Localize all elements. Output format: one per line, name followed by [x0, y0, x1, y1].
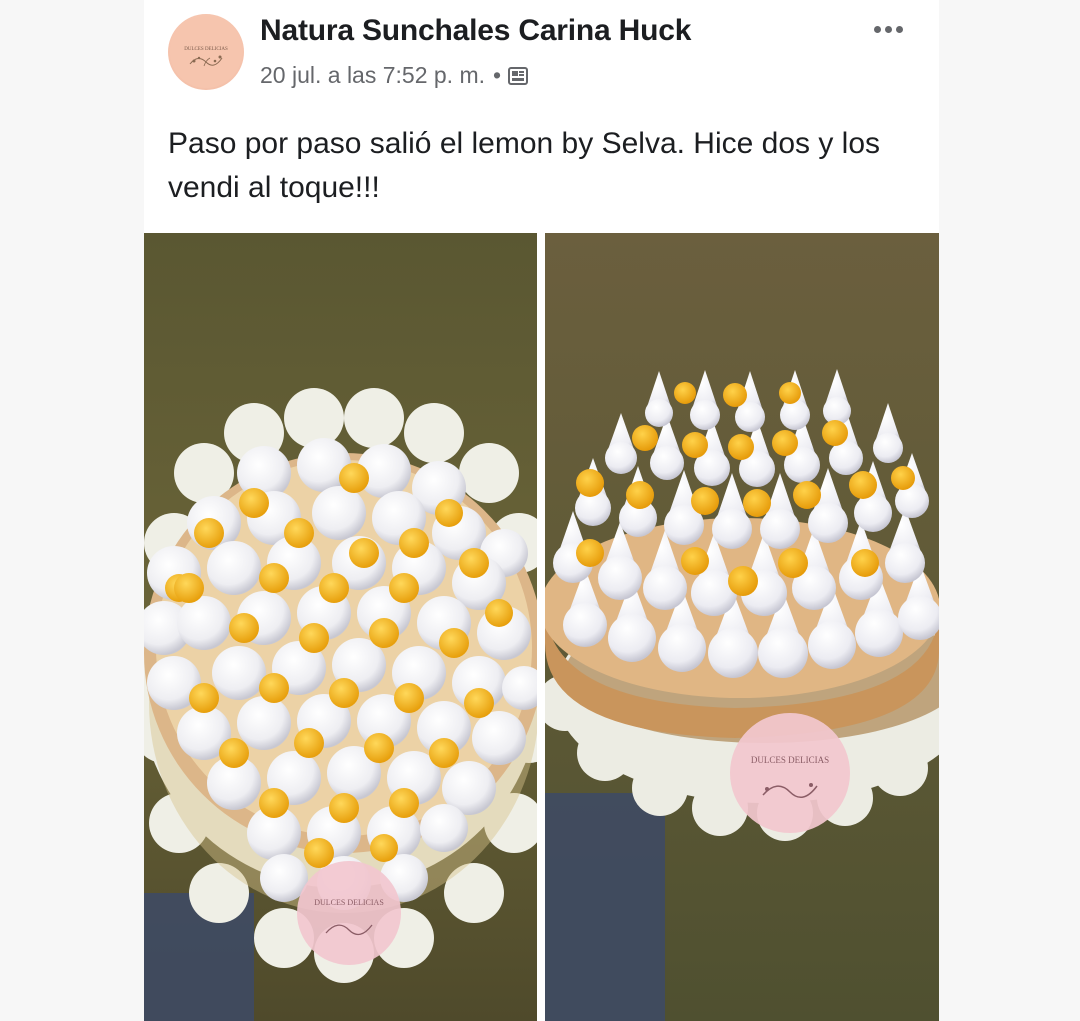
sticker-text-left: DULCES DELICIAS	[314, 898, 384, 907]
album-icon	[507, 65, 529, 87]
meta-separator: •	[493, 62, 502, 88]
screenshot-frame: DULCES DELICIAS Natura Sunchales Carina …	[0, 0, 1080, 1021]
author-name[interactable]: Natura Sunchales Carina Huck	[260, 14, 691, 48]
avatar-logo-icon: DULCES DELICIAS	[170, 16, 242, 88]
photo-lemon-pie-top-view[interactable]: DULCES DELICIAS	[144, 233, 537, 1021]
page-avatar[interactable]: DULCES DELICIAS	[168, 14, 244, 90]
sticker-text-right: DULCES DELICIAS	[751, 755, 829, 765]
facebook-post: DULCES DELICIAS Natura Sunchales Carina …	[144, 0, 939, 1021]
post-body-text: Paso por paso salió el lemon by Selva. H…	[168, 127, 881, 204]
post-timestamp[interactable]: 20 jul. a las 7:52 p. m.	[260, 62, 485, 89]
post-meta: 20 jul. a las 7:52 p. m. •	[260, 62, 529, 89]
avatar-logo-text: DULCES DELICIAS	[184, 47, 228, 52]
more-options-icon[interactable]	[862, 14, 914, 44]
photo-lemon-pie-side-view[interactable]: DULCES DELICIAS	[545, 233, 939, 1021]
